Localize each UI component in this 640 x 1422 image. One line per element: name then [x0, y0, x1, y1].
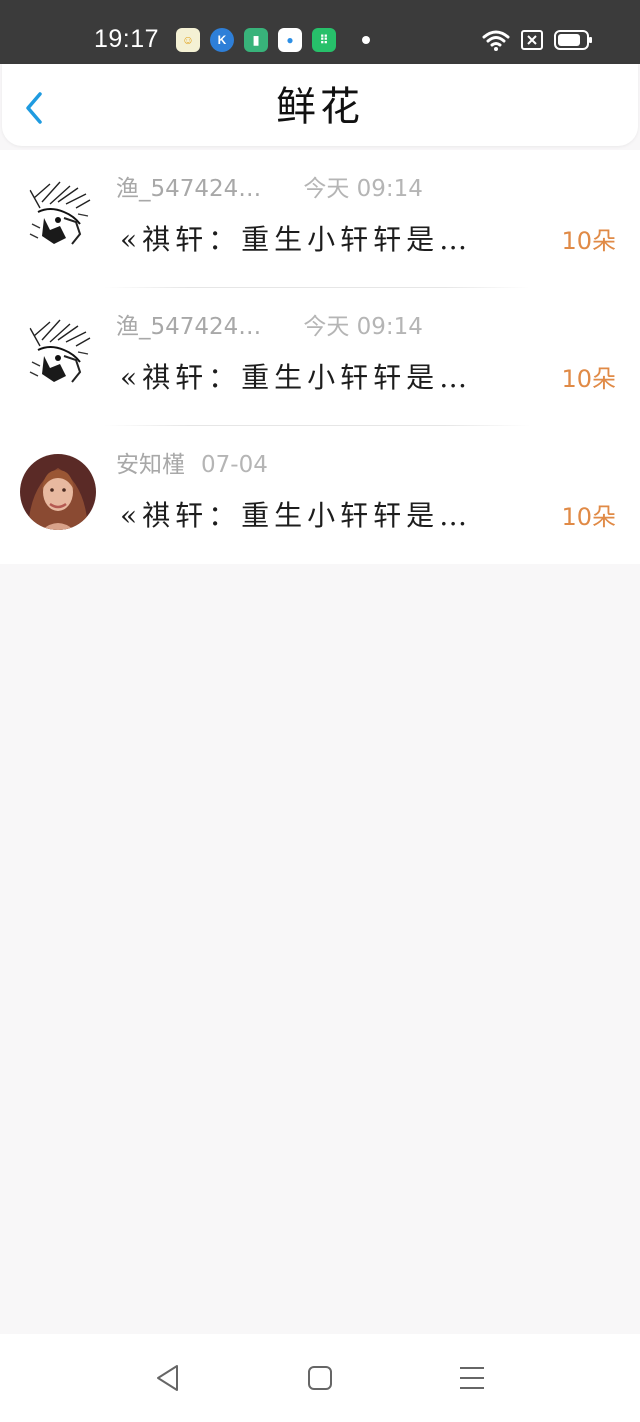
menu-lines-icon [460, 1367, 484, 1389]
username[interactable]: 渔_547424… [116, 174, 261, 204]
avatar[interactable] [20, 454, 96, 530]
header: 鲜花 [2, 64, 638, 146]
timestamp: 今天 09:14 [303, 314, 423, 340]
message-preview: «祺轩：重生小轩轩是… [120, 223, 473, 256]
home-square-icon [308, 1366, 332, 1390]
timestamp: 07-04 [201, 452, 268, 478]
flower-count: 10朵 [561, 503, 616, 531]
username[interactable]: 渔_547424… [116, 312, 261, 342]
weather-app-icon: ☺ [176, 28, 200, 52]
system-nav-bar [0, 1334, 640, 1422]
no-sim-icon [521, 30, 543, 50]
item-meta: 渔_547424… 今天 09:14 [116, 312, 423, 342]
status-bar: 19:17 ☺ K ▮ ● ⠿ [0, 0, 640, 64]
flower-count: 10朵 [561, 365, 616, 393]
page-title: 鲜花 [276, 84, 364, 130]
photo-avatar-image [20, 454, 96, 530]
list-item[interactable]: 安知槿 07-04 «祺轩：重生小轩轩是… 10朵 [0, 426, 640, 564]
nav-back-button[interactable] [152, 1362, 184, 1394]
avatar[interactable] [20, 316, 96, 392]
notification-dot-icon [362, 36, 370, 44]
item-meta: 渔_547424… 今天 09:14 [116, 174, 423, 204]
status-indicators [482, 28, 594, 52]
disc-app-icon: ● [278, 28, 302, 52]
message-preview: «祺轩：重生小轩轩是… [120, 361, 473, 394]
battery-icon [554, 30, 592, 50]
sketch-avatar-image [20, 316, 96, 392]
timestamp: 今天 09:14 [303, 176, 423, 202]
wifi-icon [482, 30, 510, 51]
flower-record-list: 渔_547424… 今天 09:14 «祺轩：重生小轩轩是… 10朵 渔_547… [0, 150, 640, 564]
nav-menu-button[interactable] [456, 1362, 488, 1394]
username[interactable]: 安知槿 [116, 450, 185, 480]
store-app-icon: ⠿ [312, 28, 336, 52]
sketch-avatar-image [20, 178, 96, 254]
list-item[interactable]: 渔_547424… 今天 09:14 «祺轩：重生小轩轩是… 10朵 [0, 288, 640, 426]
back-triangle-icon [157, 1365, 178, 1391]
list-item[interactable]: 渔_547424… 今天 09:14 «祺轩：重生小轩轩是… 10朵 [0, 150, 640, 288]
avatar[interactable] [20, 178, 96, 254]
nav-home-button[interactable] [304, 1362, 336, 1394]
message-preview: «祺轩：重生小轩轩是… [120, 499, 473, 532]
item-meta: 安知槿 07-04 [116, 450, 268, 480]
book-app-icon: ▮ [244, 28, 268, 52]
status-time: 19:17 [94, 25, 160, 53]
flower-count: 10朵 [561, 227, 616, 255]
k-app-icon: K [210, 28, 234, 52]
notification-icons: ☺ K ▮ ● ⠿ [176, 28, 336, 52]
